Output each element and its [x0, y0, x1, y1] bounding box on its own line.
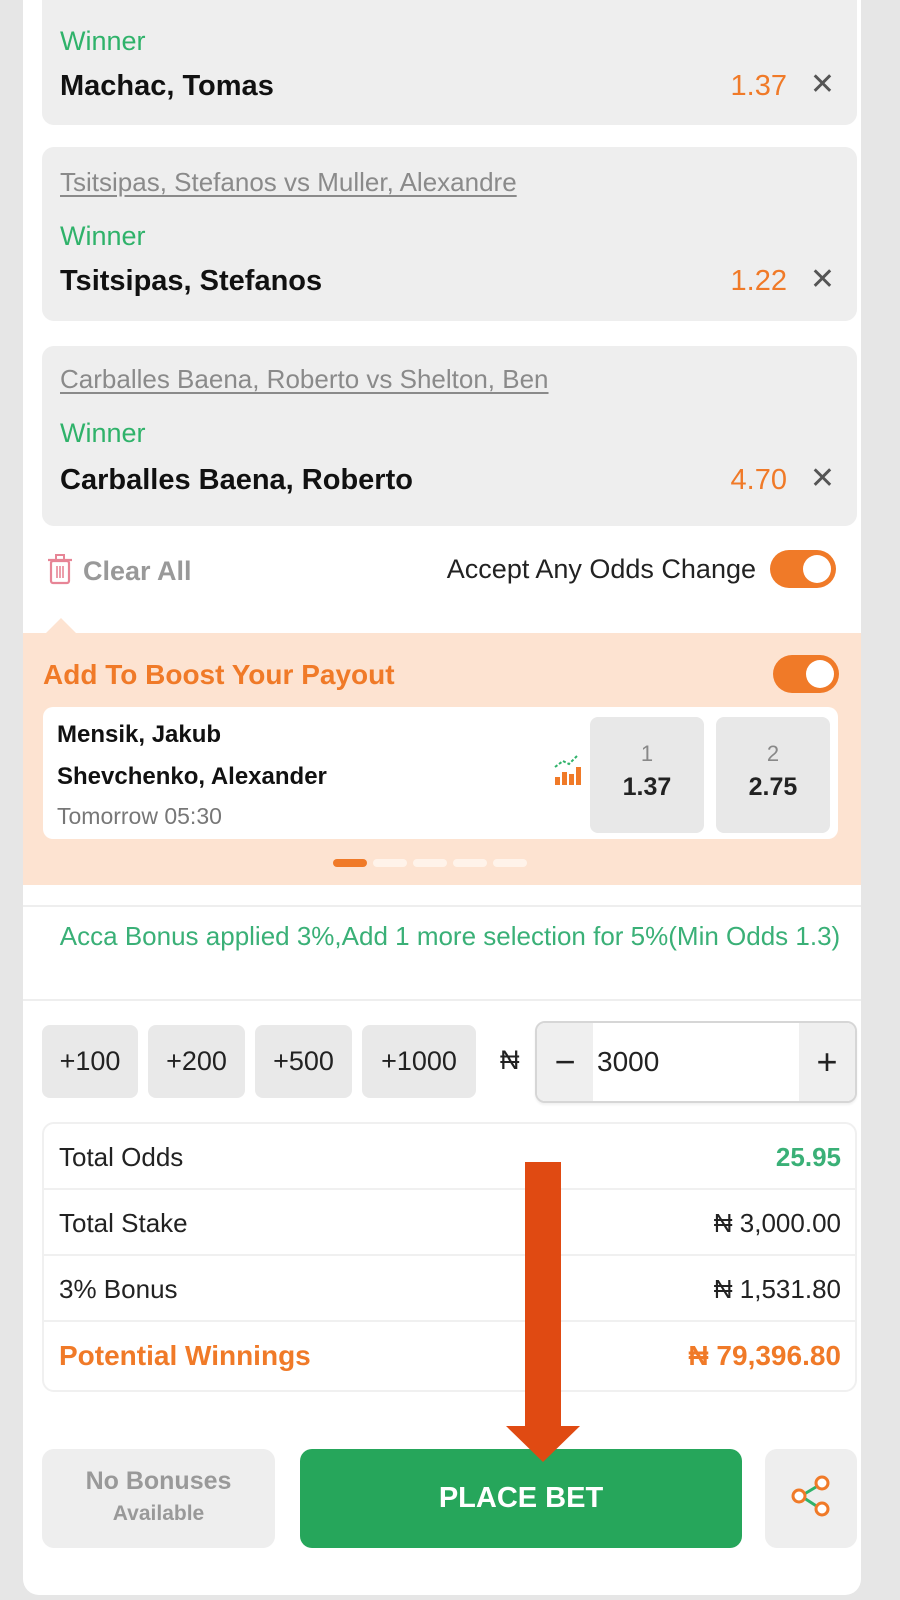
boost-toggle[interactable]	[773, 655, 839, 693]
annotation-arrow-shaft	[525, 1162, 561, 1428]
carousel-dot[interactable]	[373, 859, 407, 867]
odds-value: 1.37	[622, 773, 672, 801]
close-icon[interactable]: ✕	[810, 70, 835, 100]
summary-label: Total Odds	[59, 1142, 184, 1172]
summary-label: 3% Bonus	[59, 1274, 178, 1304]
summary-label: Total Stake	[59, 1208, 188, 1238]
selection-market: Winner	[60, 221, 146, 251]
clear-all-label: Clear All	[83, 556, 192, 586]
match-time: Tomorrow 05:30	[57, 803, 222, 829]
summary-row-bonus: 3% Bonus ₦ 1,531.80	[44, 1256, 855, 1322]
summary-value: ₦ 3,000.00	[713, 1208, 841, 1238]
toggle-knob	[806, 660, 834, 688]
section-divider	[23, 999, 861, 1001]
carousel-dot[interactable]	[413, 859, 447, 867]
odds-label: 1	[640, 741, 654, 766]
carousel-dot[interactable]	[493, 859, 527, 867]
stake-stepper: − +	[535, 1021, 857, 1103]
boost-section: Add To Boost Your Payout Mensik, Jakub S…	[23, 633, 861, 885]
summary-value: ₦ 1,531.80	[713, 1274, 841, 1304]
selection-odds: 4.70	[730, 464, 787, 496]
no-bonuses-sublabel: Available	[112, 1502, 205, 1525]
odds-button-1[interactable]: 1 1.37	[590, 717, 704, 833]
bet-summary: Total Odds 25.95 Total Stake ₦ 3,000.00 …	[42, 1122, 857, 1392]
boost-match-card[interactable]: Mensik, Jakub Shevchenko, Alexander Tomo…	[43, 707, 838, 839]
carousel-dot[interactable]	[453, 859, 487, 867]
summary-row-total-stake: Total Stake ₦ 3,000.00	[44, 1190, 855, 1256]
trash-icon	[47, 553, 73, 590]
summary-value: 25.95	[775, 1142, 841, 1172]
stats-chart-icon[interactable]	[553, 753, 587, 792]
selection-event-link[interactable]: Tsitsipas, Stefanos vs Muller, Alexandre	[60, 167, 517, 198]
summary-row-total-odds: Total Odds 25.95	[44, 1124, 855, 1190]
carousel-dots	[333, 859, 527, 867]
accept-odds-row: Accept Any Odds Change	[447, 550, 836, 588]
boost-notch	[46, 618, 76, 633]
share-button[interactable]	[765, 1449, 857, 1548]
boost-title: Add To Boost Your Payout	[43, 659, 395, 690]
carousel-dot[interactable]	[333, 859, 367, 867]
toggle-knob	[803, 555, 831, 583]
odds-label: 2	[766, 741, 780, 766]
selection-odds: 1.37	[730, 70, 787, 102]
close-icon[interactable]: ✕	[810, 464, 835, 494]
selection-market: Winner	[60, 26, 146, 56]
quick-stake-200[interactable]: +200	[148, 1025, 245, 1098]
summary-value: ₦ 79,396.80	[688, 1340, 841, 1371]
selection-card: Winner Machac, Tomas 1.37 ✕	[42, 0, 857, 125]
accept-odds-label: Accept Any Odds Change	[446, 553, 756, 584]
summary-row-potential-winnings: Potential Winnings ₦ 79,396.80	[44, 1322, 855, 1388]
increase-stake-button[interactable]: +	[799, 1023, 855, 1101]
annotation-arrow-head	[506, 1426, 580, 1462]
summary-label: Potential Winnings	[59, 1340, 311, 1371]
stake-input[interactable]	[597, 1023, 797, 1101]
section-divider	[23, 905, 861, 907]
no-bonuses-label: No Bonuses	[85, 1467, 232, 1495]
selection-market: Winner	[60, 418, 146, 448]
no-bonuses-button[interactable]: No Bonuses Available	[42, 1449, 275, 1548]
odds-button-2[interactable]: 2 2.75	[716, 717, 830, 833]
selection-pick: Tsitsipas, Stefanos	[60, 265, 323, 297]
selection-event-link[interactable]: Carballes Baena, Roberto vs Shelton, Ben	[60, 364, 549, 395]
accept-odds-toggle[interactable]	[770, 550, 836, 588]
selection-pick: Machac, Tomas	[60, 70, 274, 102]
selection-pick: Carballes Baena, Roberto	[60, 464, 413, 496]
selection-card: Carballes Baena, Roberto vs Shelton, Ben…	[42, 346, 857, 526]
home-team: Mensik, Jakub	[57, 721, 222, 748]
odds-value: 2.75	[748, 773, 798, 801]
away-team: Shevchenko, Alexander	[57, 763, 327, 790]
decrease-stake-button[interactable]: −	[537, 1023, 593, 1101]
place-bet-button[interactable]: PLACE BET	[300, 1449, 742, 1548]
selection-card: Tsitsipas, Stefanos vs Muller, Alexandre…	[42, 147, 857, 321]
share-icon	[788, 1473, 834, 1524]
quick-stake-500[interactable]: +500	[255, 1025, 352, 1098]
selection-odds: 1.22	[730, 265, 787, 297]
quick-stake-100[interactable]: +100	[42, 1025, 138, 1098]
currency-symbol: ₦	[500, 1045, 520, 1075]
clear-all-button[interactable]: Clear All	[47, 553, 192, 590]
close-icon[interactable]: ✕	[810, 265, 835, 295]
acca-bonus-message: Acca Bonus applied 3%,Add 1 more selecti…	[59, 921, 841, 951]
quick-stake-1000[interactable]: +1000	[362, 1025, 476, 1098]
